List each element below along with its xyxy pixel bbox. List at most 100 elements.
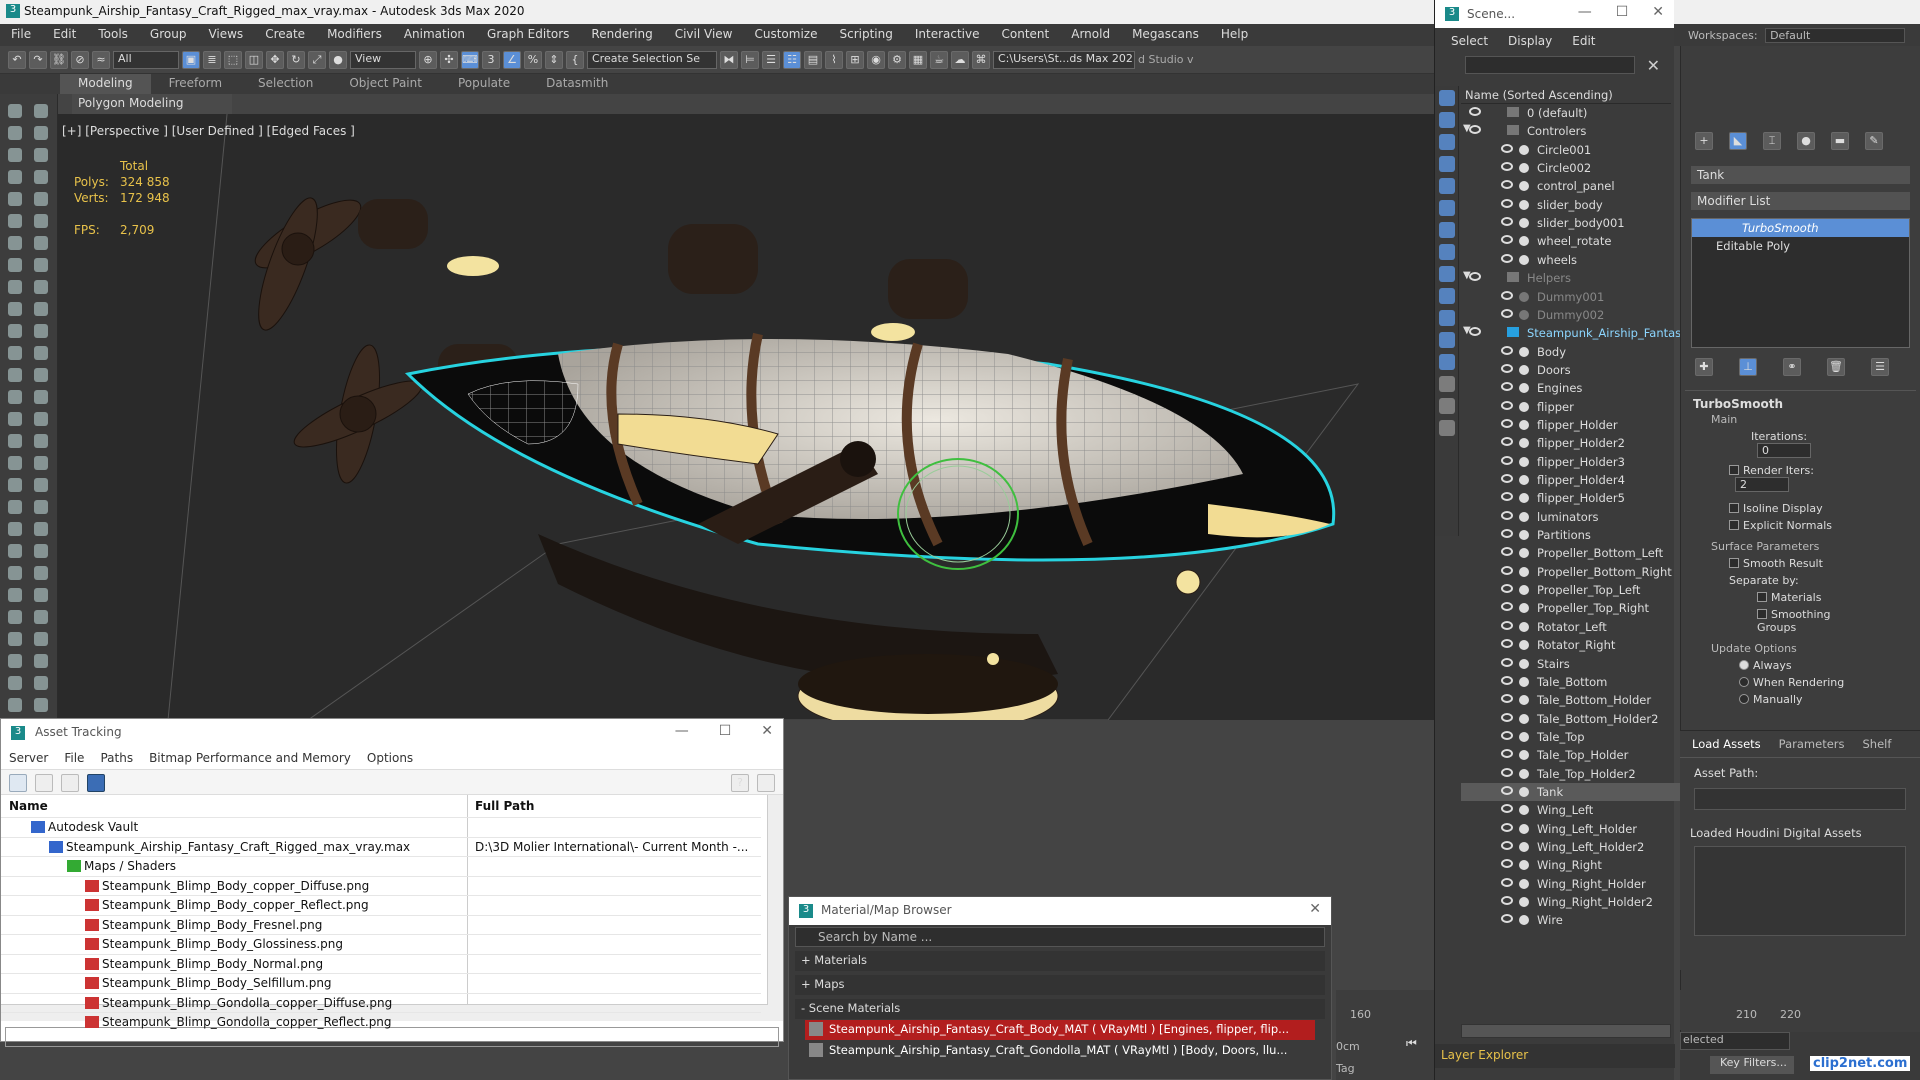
render-iters-spinner[interactable]: 2 (1735, 477, 1789, 492)
command-tool-icon[interactable] (8, 632, 22, 646)
object-row[interactable]: Rotator_Left (1461, 618, 1697, 636)
object-icon[interactable] (1519, 218, 1529, 229)
object-icon[interactable] (1519, 401, 1529, 412)
object-row[interactable]: Body (1461, 343, 1697, 361)
render-setup-icon[interactable]: ⚙ (888, 50, 906, 69)
visibility-eye-icon[interactable] (1501, 639, 1513, 649)
command-tool-icon[interactable] (8, 544, 22, 558)
command-tool-icon[interactable] (34, 434, 48, 448)
object-row[interactable]: Wing_Left (1461, 801, 1697, 819)
object-row[interactable]: Doors (1461, 361, 1697, 379)
command-tool-icon[interactable] (8, 214, 22, 228)
scene-menu-display[interactable]: Display (1508, 34, 1552, 48)
scale-icon[interactable]: ⤢ (308, 50, 326, 69)
object-icon[interactable] (1519, 346, 1529, 357)
command-tool-icon[interactable] (34, 368, 48, 382)
visibility-eye-icon[interactable] (1501, 620, 1513, 630)
ribbon-tab-freeform[interactable]: Freeform (151, 74, 240, 94)
command-tool-icon[interactable] (8, 280, 22, 294)
manually-radio[interactable] (1739, 694, 1749, 704)
houdini-tab-parameters[interactable]: Parameters (1779, 737, 1845, 751)
object-icon[interactable] (1519, 291, 1529, 302)
object-row[interactable]: Tale_Top_Holder (1461, 746, 1697, 764)
named-selection-dropdown[interactable]: Create Selection Se (587, 50, 717, 69)
visibility-eye-icon[interactable] (1501, 492, 1513, 502)
command-tool-icon[interactable] (34, 610, 48, 624)
command-tool-icon[interactable] (8, 654, 22, 668)
table-row[interactable]: Steampunk_Blimp_Body_Normal.png (1, 953, 761, 973)
command-tool-icon[interactable] (8, 390, 22, 404)
layer-explorer-dropdown[interactable]: Layer Explorer (1435, 1044, 1675, 1068)
command-tool-icon[interactable] (8, 324, 22, 338)
command-tool-icon[interactable] (34, 500, 48, 514)
percent-snap-icon[interactable]: % (524, 50, 542, 69)
object-row[interactable]: Tale_Top_Holder2 (1461, 765, 1697, 783)
command-tool-icon[interactable] (34, 676, 48, 690)
command-tool-icon[interactable] (8, 610, 22, 624)
visibility-eye-icon[interactable] (1501, 767, 1513, 777)
object-icon[interactable] (1519, 364, 1529, 375)
visibility-eye-icon[interactable] (1501, 896, 1513, 906)
menu-civil-view[interactable]: Civil View (664, 24, 744, 46)
thumbnail-icon[interactable] (61, 774, 79, 792)
pivot-icon[interactable]: ⊕ (419, 50, 437, 69)
object-row[interactable]: Propeller_Top_Left (1461, 581, 1697, 599)
command-tool-icon[interactable] (34, 654, 48, 668)
visibility-eye-icon[interactable] (1501, 510, 1513, 520)
layer-row[interactable]: ▼ Helpers (1461, 269, 1697, 287)
menu-content[interactable]: Content (991, 24, 1061, 46)
object-icon[interactable] (1519, 236, 1529, 247)
object-row[interactable]: Tale_Bottom_Holder2 (1461, 710, 1697, 728)
object-icon[interactable] (1519, 750, 1529, 761)
object-icon[interactable] (1519, 786, 1529, 797)
visibility-eye-icon[interactable] (1501, 584, 1513, 594)
material-editor-icon[interactable]: ◉ (867, 50, 885, 69)
keyboard-shortcut-icon[interactable]: ⌨ (461, 50, 479, 69)
table-row[interactable]: Steampunk_Blimp_Body_Selfillum.png (1, 973, 761, 992)
schematic-icon[interactable]: ⊞ (846, 50, 864, 69)
object-row[interactable]: Propeller_Top_Right (1461, 599, 1697, 617)
object-icon[interactable] (1519, 181, 1529, 192)
remove-modifier-icon[interactable]: 🗑 (1827, 358, 1845, 376)
scene-column-header[interactable]: Name (Sorted Ascending) (1461, 86, 1671, 104)
menu-megascans[interactable]: Megascans (1121, 24, 1210, 46)
minimize-icon[interactable]: — (1578, 4, 1592, 20)
object-icon[interactable] (1519, 585, 1529, 596)
command-tool-icon[interactable] (8, 698, 22, 712)
command-tool-icon[interactable] (8, 126, 22, 140)
command-tool-icon[interactable] (8, 302, 22, 316)
object-icon[interactable] (1519, 144, 1529, 155)
object-row[interactable]: flipper_Holder4 (1461, 471, 1697, 489)
select-by-name-icon[interactable]: ≣ (203, 50, 221, 69)
menu-help[interactable]: Help (1210, 24, 1259, 46)
object-row[interactable]: Rotator_Right (1461, 636, 1697, 654)
visibility-eye-icon[interactable] (1501, 675, 1513, 685)
object-row[interactable]: Dummy001 (1461, 288, 1697, 306)
ribbon-tab-object-paint[interactable]: Object Paint (331, 74, 440, 94)
scene-material-item[interactable]: Steampunk_Airship_Fantasy_Craft_Gondolla… (805, 1041, 1315, 1061)
object-row[interactable]: Wing_Right_Holder (1461, 875, 1697, 893)
object-row[interactable]: flipper_Holder (1461, 416, 1697, 434)
object-row[interactable]: Dummy002 (1461, 306, 1697, 324)
visibility-eye-icon[interactable] (1501, 712, 1513, 722)
object-row[interactable]: Circle002 (1461, 159, 1697, 177)
stack-item-editable-poly[interactable]: Editable Poly (1692, 237, 1909, 255)
command-tool-icon[interactable] (34, 632, 48, 646)
visibility-eye-icon[interactable] (1501, 657, 1513, 667)
object-icon[interactable] (1519, 254, 1529, 265)
link-icon[interactable]: ⛓ (50, 50, 68, 69)
object-icon[interactable] (1519, 731, 1529, 742)
object-icon[interactable] (1519, 621, 1529, 632)
select-object-icon[interactable]: ▣ (182, 50, 200, 69)
object-icon[interactable] (1519, 860, 1529, 871)
object-row[interactable]: Wing_Right_Holder2 (1461, 893, 1697, 911)
command-tool-icon[interactable] (34, 258, 48, 272)
asset-menu-paths[interactable]: Paths (100, 751, 133, 765)
object-icon[interactable] (1519, 842, 1529, 852)
close-icon[interactable]: ✕ (1652, 4, 1664, 20)
explicit-normals-checkbox[interactable] (1729, 520, 1739, 530)
object-row[interactable]: Wing_Left_Holder (1461, 820, 1697, 838)
visibility-eye-icon[interactable] (1501, 474, 1513, 483)
command-tool-icon[interactable] (8, 522, 22, 536)
command-tool-icon[interactable] (8, 588, 22, 602)
